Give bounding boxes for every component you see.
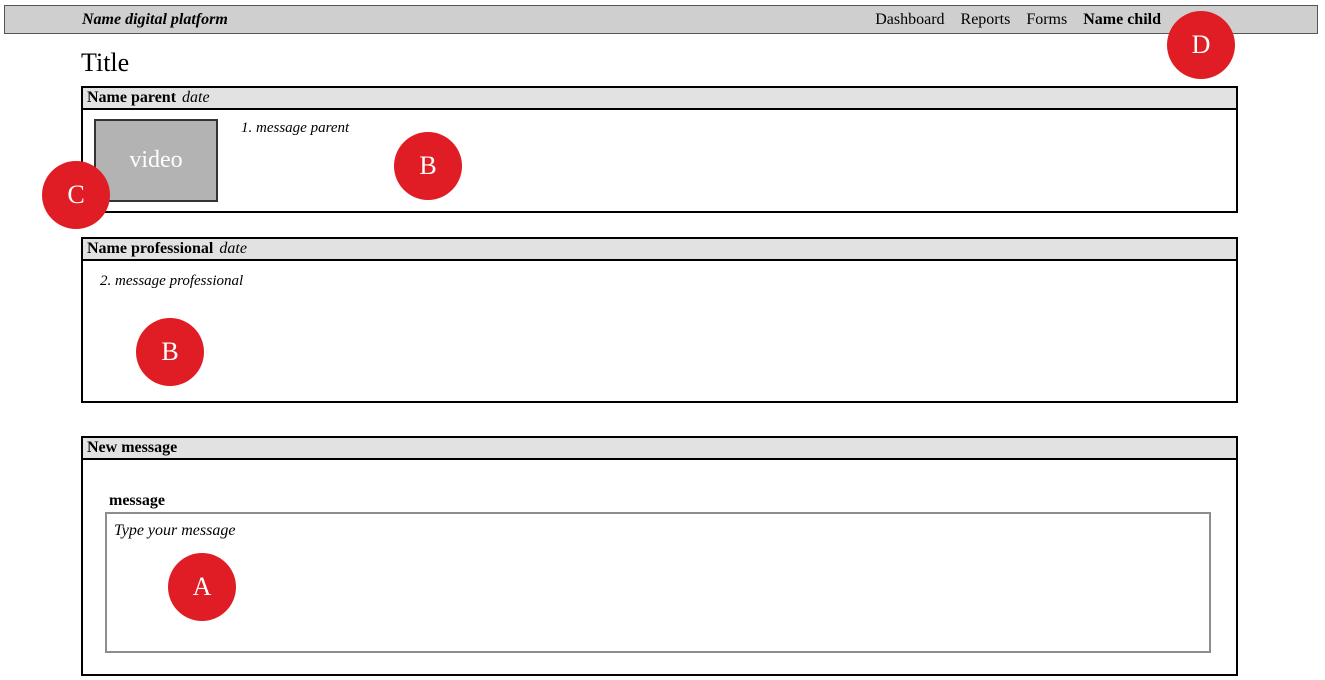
page: Name digital platform Dashboard Reports … [0,0,1325,680]
message-text: 2. message professional [100,273,244,289]
nav-reports[interactable]: Reports [961,11,1011,29]
message-date: date [219,240,247,257]
nav-forms[interactable]: Forms [1026,11,1067,29]
message-text: 1. message parent [241,120,350,136]
video-label: video [129,147,183,173]
nav-dashboard[interactable]: Dashboard [875,11,944,29]
sender-name: Name professional [87,240,214,257]
message-card-header: Name parent date [83,88,1236,110]
new-message-title: New message [87,439,178,456]
nav-child-name[interactable]: Name child [1083,11,1161,29]
main-nav: Dashboard Reports Forms Name child [859,11,1161,29]
sender-name: Name parent [87,89,177,106]
page-title: Title [81,48,130,77]
message-date: date [182,89,210,106]
annotation-marker-a: A [168,553,236,621]
video-thumbnail[interactable]: video [94,119,218,202]
new-message-card: New message message Type your message [81,436,1238,676]
annotation-marker-b: B [136,318,204,386]
annotation-marker-c: C [42,161,110,229]
message-card-professional: Name professional date 2. message profess… [81,237,1238,403]
message-card-parent: Name parent date video 1. message parent [81,86,1238,213]
message-card-header: Name professional date [83,239,1236,261]
platform-brand[interactable]: Name digital platform [82,11,228,29]
new-message-header: New message [83,438,1236,460]
top-navigation-bar: Name digital platform Dashboard Reports … [4,5,1318,34]
annotation-marker-d: D [1167,11,1235,79]
annotation-marker-b: B [394,132,462,200]
message-field-label: message [109,492,165,509]
message-input[interactable]: Type your message [105,512,1211,653]
